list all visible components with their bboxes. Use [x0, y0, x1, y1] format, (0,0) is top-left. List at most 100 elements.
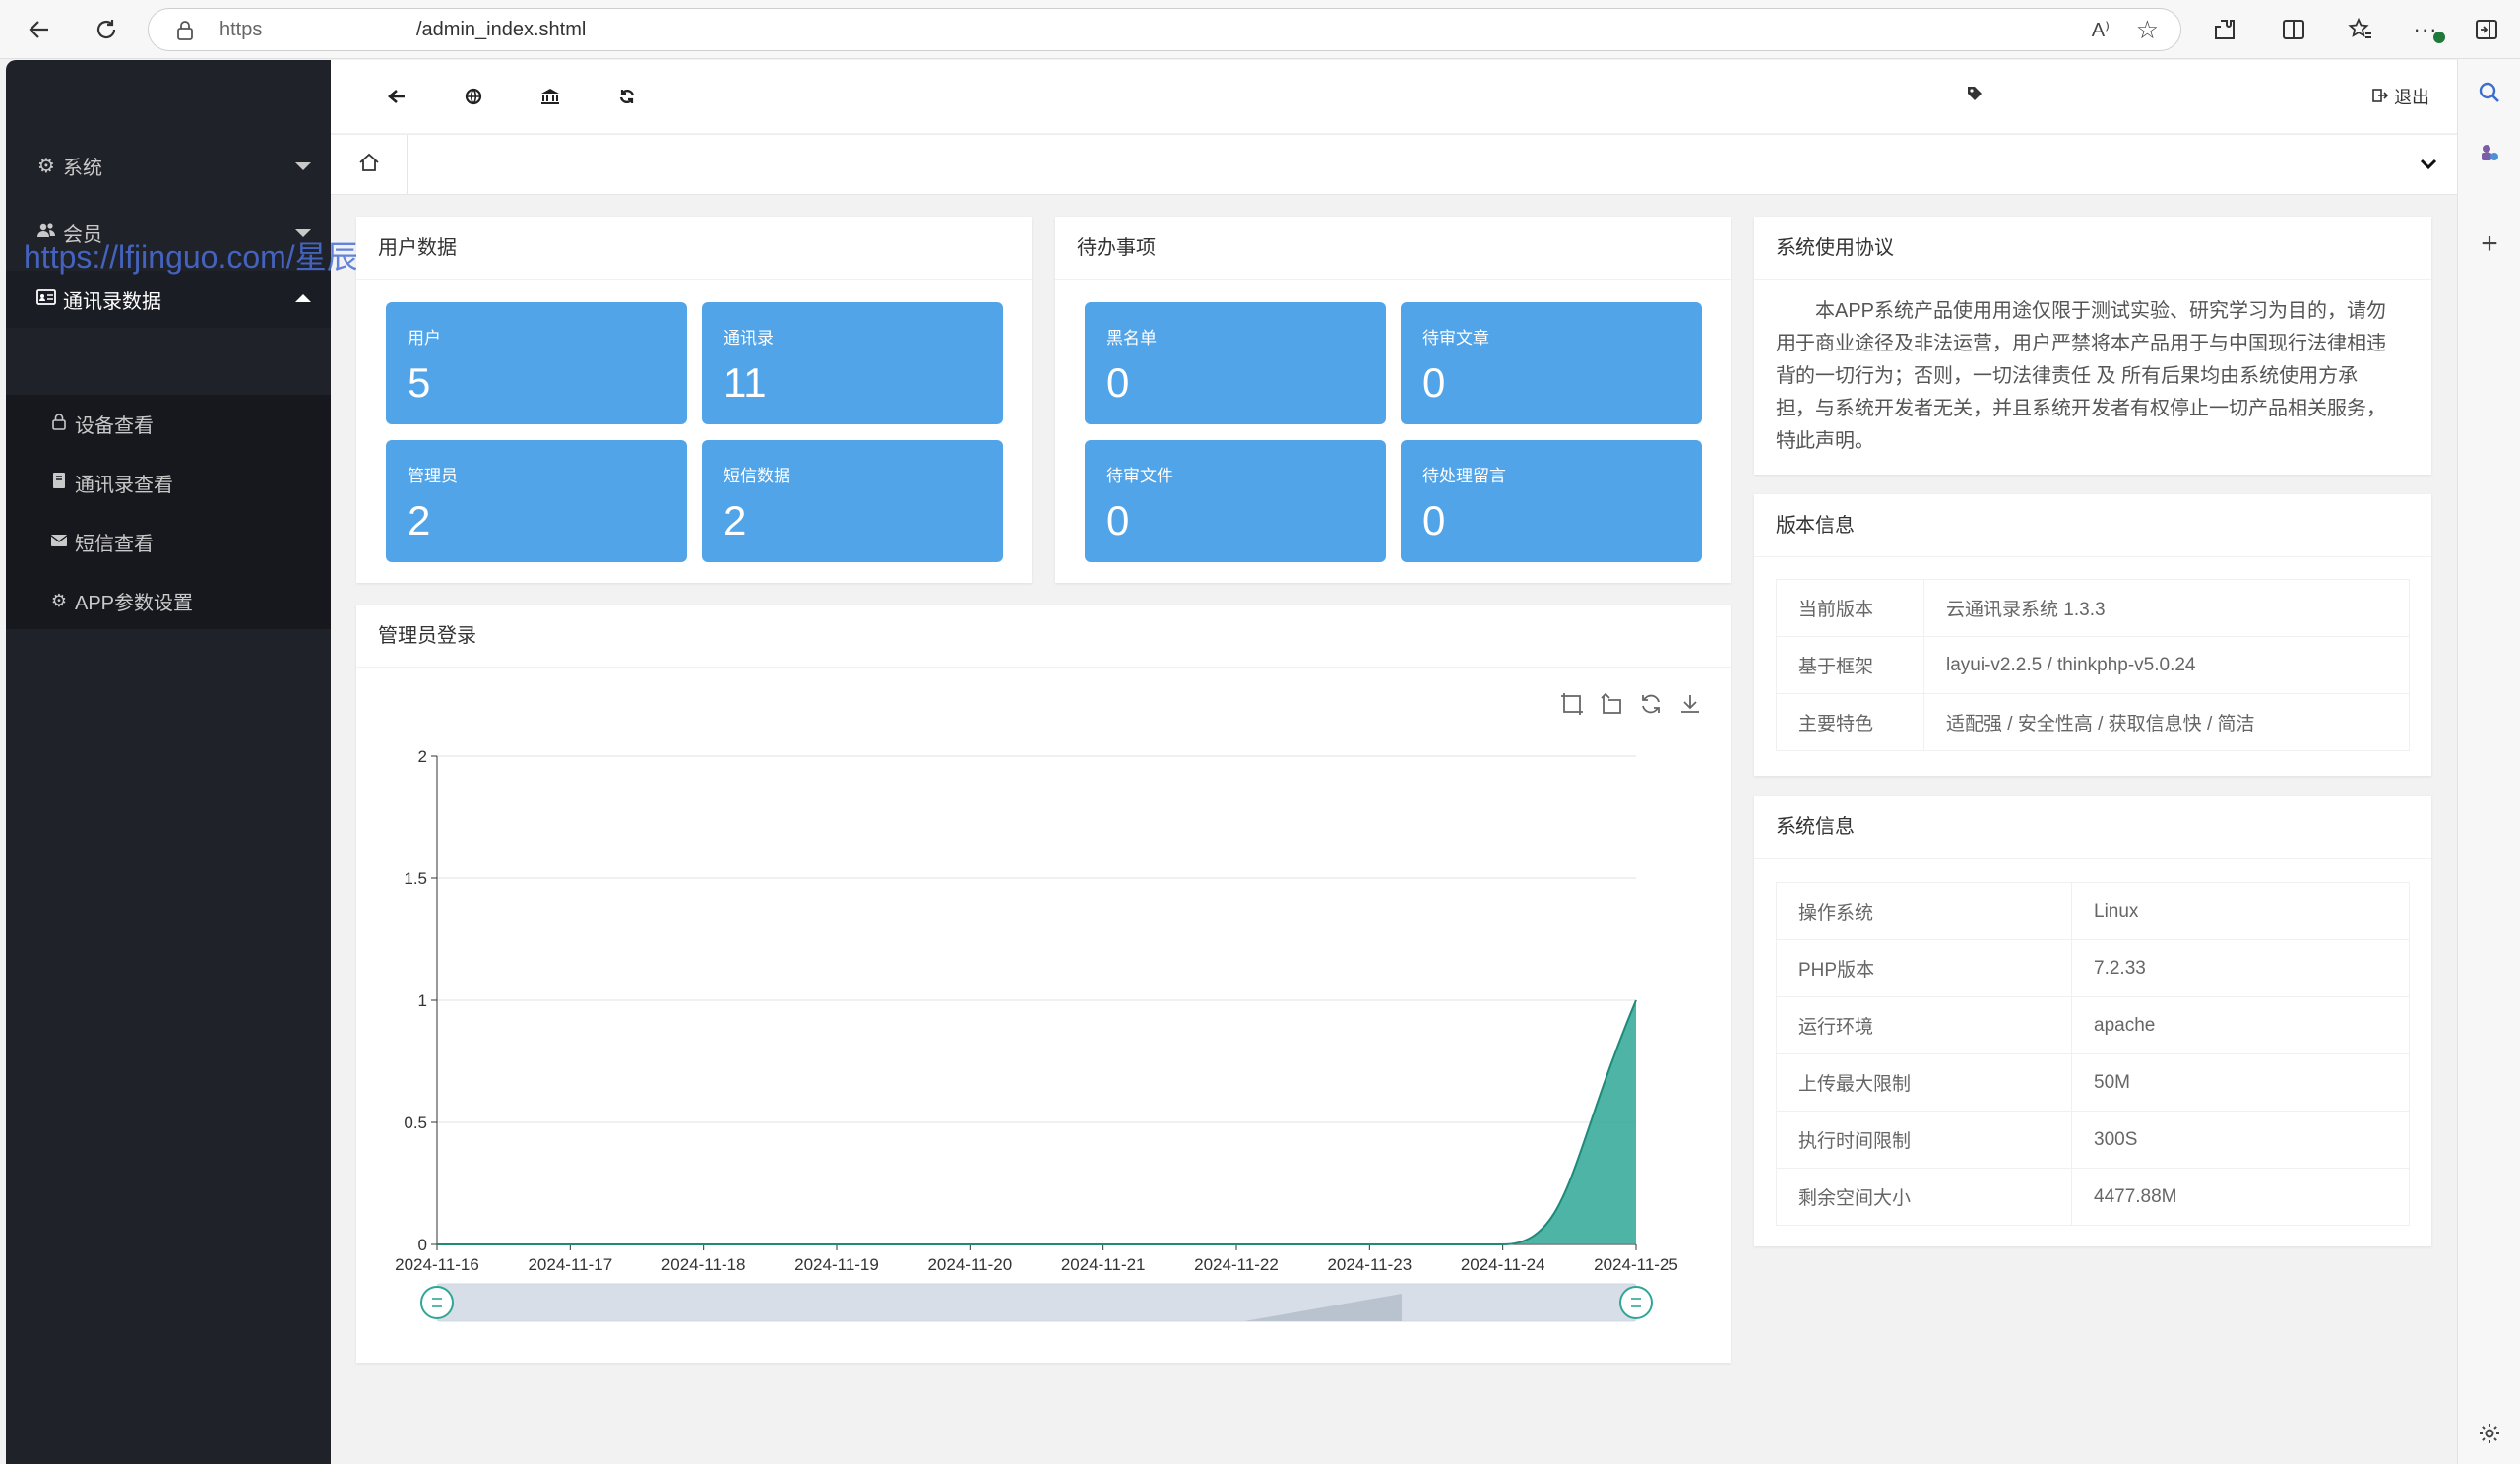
more-options-icon[interactable]: ···: [2410, 14, 2447, 45]
sidebar-subitem-contacts[interactable]: 通讯录查看: [6, 454, 331, 511]
table-row: 运行环境 apache: [1776, 996, 2410, 1054]
tile-pending-files[interactable]: 待审文件 0: [1085, 440, 1386, 562]
sidebar-item-label: 系统: [63, 157, 102, 179]
x-tick-label: 2024-11-18: [662, 1255, 746, 1274]
read-aloud-icon[interactable]: A⁾: [2092, 18, 2110, 42]
favorites-icon[interactable]: [2345, 14, 2376, 45]
table-key: 剩余空间大小: [1776, 1168, 2072, 1226]
zoom-reset-icon[interactable]: [1599, 691, 1624, 717]
table-value: 300S: [2071, 1111, 2410, 1169]
add-icon[interactable]: +: [2474, 227, 2505, 260]
card-title: 系统使用协议: [1754, 217, 2431, 280]
split-screen-icon[interactable]: [2278, 14, 2309, 45]
app-sidebar: ⚙ 系统 会员 通讯录数据 设备查看 通讯录查看 短信查看 ⚙ APP参数设置: [6, 60, 331, 1464]
sidebar-item-contacts-data[interactable]: 通讯录数据: [6, 271, 331, 328]
tile-value: 2: [724, 497, 747, 543]
gear-icon: ⚙: [50, 590, 68, 610]
tile-value: 0: [1422, 359, 1446, 406]
tile-contacts[interactable]: 通讯录 11: [702, 302, 1003, 424]
table-key: PHP版本: [1776, 939, 2072, 997]
agreement-text: 本APP系统产品使用用途仅限于测试实验、研究学习为目的，请勿用于商业途径及非法运…: [1776, 300, 2387, 452]
tile-sms[interactable]: 短信数据 2: [702, 440, 1003, 562]
chevron-down-icon: [295, 162, 311, 170]
extensions-icon[interactable]: [2209, 14, 2240, 45]
tile-label: 待审文章: [1422, 329, 1489, 348]
tile-label: 管理员: [408, 467, 458, 485]
tile-value: 2: [408, 497, 431, 543]
address-bar[interactable]: https /admin_index.shtml A⁾ ☆: [148, 8, 2181, 51]
settings-gear-icon[interactable]: [2474, 1418, 2505, 1449]
table-key: 运行环境: [1776, 996, 2072, 1054]
id-card-icon: [35, 288, 57, 311]
sidebar-item-members[interactable]: 会员: [6, 204, 331, 261]
tile-pending-messages[interactable]: 待处理留言 0: [1401, 440, 1702, 562]
x-tick-label: 2024-11-21: [1061, 1255, 1146, 1274]
table-key: 上传最大限制: [1776, 1053, 2072, 1112]
tile-admins[interactable]: 管理员 2: [386, 440, 687, 562]
reload-icon[interactable]: [89, 12, 124, 47]
y-tick-label: 1.5: [404, 869, 427, 888]
globe-icon[interactable]: [459, 82, 488, 111]
table-key: 当前版本: [1776, 579, 1924, 637]
data-zoom-handle-left: [420, 1286, 454, 1319]
tile-label: 通讯录: [724, 329, 774, 348]
sidebar-subitem-devices[interactable]: 设备查看: [6, 395, 331, 452]
tile-blacklist[interactable]: 黑名单 0: [1085, 302, 1386, 424]
notification-dot-icon: [2431, 30, 2447, 45]
table-value: 4477.88M: [2071, 1168, 2410, 1226]
sidebar-toggle-icon[interactable]: [2471, 14, 2502, 45]
restore-icon[interactable]: [1638, 691, 1664, 717]
tile-value: 11: [724, 359, 767, 406]
tile-label: 用户: [408, 329, 441, 348]
todo-card: 待办事项 黑名单 0 待审文章 0 待审文件 0 待处理留言 0: [1055, 217, 1731, 583]
sidebar-subitem-sms[interactable]: 短信查看: [6, 513, 331, 570]
back-arrow-icon[interactable]: [22, 12, 57, 47]
admin-login-chart: 0 0.5 1 1.5 2 2024-11-16 2024-11-17 2024-11-18 2…: [395, 747, 1678, 1322]
sidebar-subitem-label: 设备查看: [75, 414, 154, 437]
sidebar-item-system[interactable]: ⚙ 系统: [6, 137, 331, 194]
tile-label: 待审文件: [1106, 467, 1173, 485]
chevron-down-icon[interactable]: [2418, 153, 2439, 179]
tile-pending-articles[interactable]: 待审文章 0: [1401, 302, 1702, 424]
system-info-table: 操作系统 Linux PHP版本 7.2.33 运行环境 apache 上传最大限制 5…: [1776, 882, 2410, 1226]
card-title: 用户数据: [356, 217, 1032, 280]
browser-toolbar: https /admin_index.shtml A⁾ ☆ ···: [0, 0, 2520, 59]
download-icon[interactable]: [1677, 691, 1703, 717]
y-tick-label: 0.5: [404, 1114, 427, 1132]
x-tick-label: 2024-11-19: [794, 1255, 879, 1274]
tile-value: 5: [408, 359, 431, 406]
table-row: PHP版本 7.2.33: [1776, 939, 2410, 997]
lock-icon: [176, 20, 194, 46]
sidebar-item-label: 通讯录数据: [63, 290, 161, 313]
back-arrow-icon[interactable]: [382, 82, 411, 111]
chart-toolbox: [1559, 691, 1703, 717]
sidebar-subitem-label: APP参数设置: [75, 592, 194, 614]
table-value: 适配强 / 安全性高 / 获取信息快 / 简洁: [1923, 693, 2410, 751]
zoom-select-icon[interactable]: [1559, 691, 1585, 717]
x-tick-label: 2024-11-24: [1461, 1255, 1545, 1274]
sidebar-subitem-app-settings[interactable]: ⚙ APP参数设置: [6, 572, 331, 629]
bank-icon[interactable]: [536, 82, 565, 111]
sidebar-subitem-label: 短信查看: [75, 533, 154, 555]
table-value: layui-v2.2.5 / thinkphp-v5.0.24: [1923, 636, 2410, 694]
favorite-star-icon[interactable]: ☆: [2136, 15, 2159, 45]
tab-home[interactable]: [331, 135, 408, 195]
table-row: 执行时间限制 300S: [1776, 1111, 2410, 1169]
series-area: [437, 1000, 1636, 1244]
table-key: 主要特色: [1776, 693, 1924, 751]
submenu-contacts-data: 设备查看 通讯录查看 短信查看 ⚙ APP参数设置: [6, 395, 331, 629]
tag-icon[interactable]: [1967, 86, 1983, 106]
refresh-icon[interactable]: [612, 82, 642, 111]
games-icon[interactable]: [2474, 136, 2505, 167]
tile-users[interactable]: 用户 5: [386, 302, 687, 424]
home-icon: [358, 152, 380, 178]
search-icon[interactable]: [2474, 77, 2505, 108]
sidebar-subitem-label: 通讯录查看: [75, 474, 173, 496]
table-key: 操作系统: [1776, 882, 2072, 940]
sidebar-item-label: 会员: [63, 223, 102, 246]
agreement-card: 系统使用协议 本APP系统产品使用用途仅限于测试实验、研究学习为目的，请勿用于商…: [1754, 217, 2431, 475]
logout-button[interactable]: 退出: [2372, 84, 2429, 109]
tile-value: 0: [1106, 359, 1130, 406]
gear-icon: ⚙: [37, 155, 55, 177]
x-tick-label: 2024-11-23: [1327, 1255, 1412, 1274]
